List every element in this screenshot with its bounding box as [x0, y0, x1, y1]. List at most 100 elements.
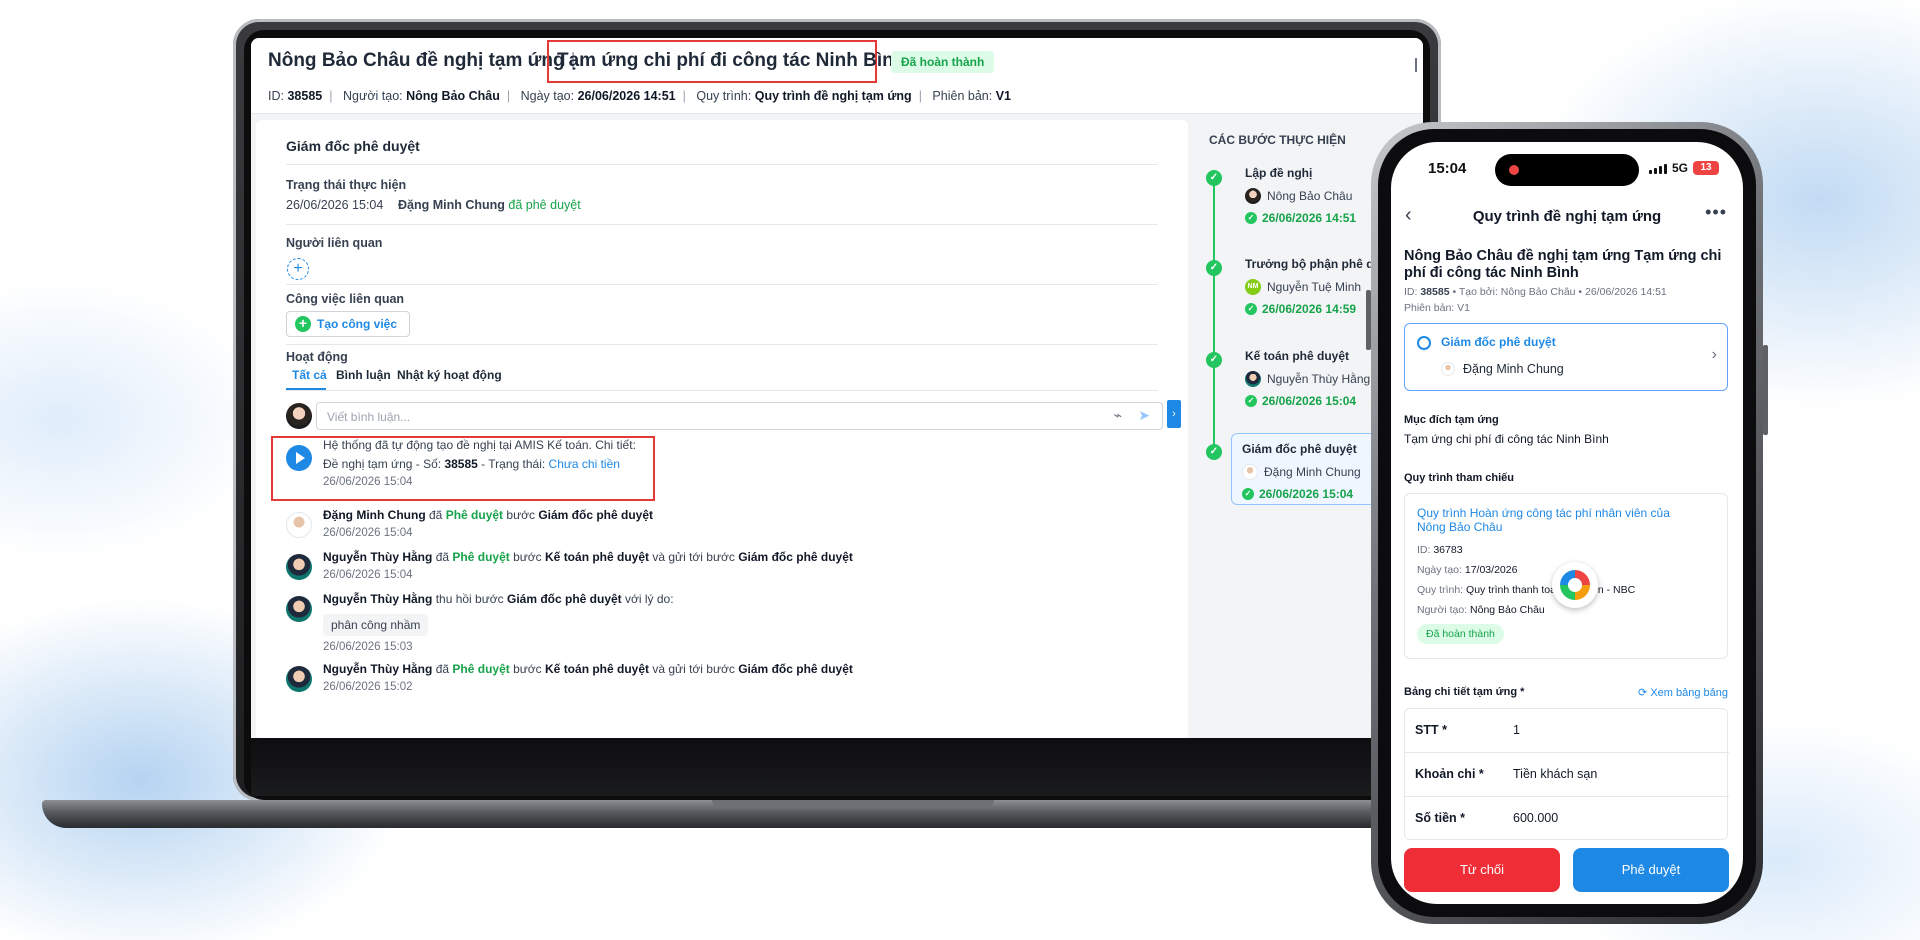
activity-text: Nguyễn Thùy Hằng đã Phê duyệt bước Kế to… — [323, 550, 853, 564]
divider — [286, 164, 1158, 165]
expand-panel-button[interactable]: › — [1167, 400, 1181, 428]
request-title: Nông Bảo Châu đề nghị tạm ứng | — [268, 50, 582, 72]
request-title-highlight: Tạm ứng chi phí đi công tác Ninh Bình — [557, 50, 906, 71]
activity-text: Hệ thống đã tự động tạo đề nghị tại AMIS… — [323, 438, 636, 452]
check-icon: ✓ — [1206, 260, 1222, 276]
check-icon: ✓ — [1245, 212, 1257, 224]
request-card: Nông Bảo Châu đề nghị tạm ứng Tạm ứng ch… — [1391, 238, 1743, 840]
add-person-button[interactable]: + — [287, 258, 309, 280]
reference-date: Ngày tạo: 17/03/2026 — [1417, 564, 1518, 576]
payment-status-link[interactable]: Chưa chi tiền — [549, 457, 620, 471]
request-meta: ID: 38585 | Người tạo: Nông Bảo Châu | Ngà… — [268, 89, 1011, 103]
avatar — [286, 596, 312, 622]
step-title: Kế toán phê duyệt — [1245, 349, 1350, 363]
create-task-label: Tạo công việc — [317, 317, 398, 331]
current-step-card[interactable]: Giám đốc phê duyệt Đặng Minh Chung › — [1404, 323, 1728, 391]
activity-text: Đặng Minh Chung đã Phê duyệt bước Giám đ… — [323, 508, 654, 522]
status-action: đã phê duyệt — [508, 198, 581, 212]
reason-chip: phân công nhầm — [323, 614, 429, 636]
system-icon — [286, 445, 312, 471]
status-label: Trạng thái thực hiện — [286, 178, 407, 192]
activity-text: Nguyễn Thùy Hằng đã Phê duyệt bước Kế to… — [323, 662, 853, 676]
table-title: Bảng chi tiết tạm ứng * — [1404, 686, 1525, 698]
more-icon[interactable]: ••• — [1705, 202, 1727, 223]
activity-time: 26/06/2026 15:04 — [323, 476, 413, 488]
steps-title: CÁC BƯỚC THỰC HIỆN — [1209, 133, 1346, 147]
step-person: Đặng Minh Chung — [1242, 464, 1361, 480]
reference-label: Quy trình tham chiếu — [1404, 472, 1515, 484]
activity-time: 26/06/2026 15:04 — [323, 569, 413, 581]
nav-bar: ‹ Quy trình đề nghị tạm ứng ••• — [1391, 194, 1743, 238]
dynamic-island — [1495, 154, 1639, 186]
reference-process: Quy trình: Quy trình thanh toán hóa đơn … — [1417, 584, 1636, 596]
status-detail: Đặng Minh Chung đã phê duyệt — [398, 198, 581, 212]
approve-button[interactable]: Phê duyệt — [1573, 848, 1729, 892]
phone-content: Nông Bảo Châu đề nghị tạm ứng Tạm ứng ch… — [1391, 238, 1743, 840]
activity-time: 26/06/2026 15:03 — [323, 641, 413, 653]
avatar — [1242, 464, 1258, 480]
table-row: STT * 1 — [1405, 709, 1729, 753]
reject-button[interactable]: Từ chối — [1404, 848, 1560, 892]
divider — [286, 344, 1158, 345]
battery-icon: 13 — [1693, 161, 1719, 175]
nav-title: Quy trình đề nghị tạm ứng — [1472, 208, 1662, 225]
comment-input[interactable]: Viết bình luận... ⌁ ➤ — [316, 402, 1163, 430]
current-step-person: Đặng Minh Chung — [1441, 362, 1564, 376]
request-title: Nông Bảo Châu đề nghị tạm ứng Tạm ứng ch… — [1404, 248, 1722, 281]
tab-all[interactable]: Tất cả — [292, 368, 327, 382]
status-badge: Đã hoàn thành — [891, 51, 995, 73]
purpose-value: Tạm ứng chi phí đi công tác Ninh Bình — [1404, 432, 1609, 446]
menu-icon[interactable] — [1415, 58, 1423, 72]
check-icon: ✓ — [1242, 488, 1254, 500]
step-time: ✓ 26/06/2026 14:51 — [1245, 211, 1356, 225]
avatar: NM — [1245, 279, 1261, 295]
comment-placeholder: Viết bình luận... — [327, 410, 411, 424]
activity-time: 26/06/2026 15:02 — [323, 681, 413, 693]
plus-icon: + — [295, 316, 311, 332]
recording-icon — [1509, 165, 1519, 175]
related-tasks-label: Công việc liên quan — [286, 292, 405, 306]
avatar — [1441, 362, 1455, 376]
reference-id: ID: 36783 — [1417, 544, 1463, 556]
divider — [286, 284, 1158, 285]
view-table-link[interactable]: ⟳ Xem bảng bảng — [1638, 686, 1728, 699]
laptop-base-notch — [712, 800, 994, 808]
tab-activity-log[interactable]: Nhật ký hoạt động — [397, 368, 502, 382]
reference-link[interactable]: Quy trình Hoàn ứng công tác phí nhân viê… — [1417, 506, 1687, 534]
activity-text: Nguyễn Thùy Hằng thu hồi bước Giám đốc p… — [323, 592, 674, 606]
step-title: Giám đốc phê duyệt — [1242, 442, 1357, 456]
request-meta: ID: 38585 • Tạo bởi: Nông Bảo Châu • 26/… — [1404, 286, 1667, 298]
related-people-label: Người liên quan — [286, 236, 383, 250]
volume-button — [1366, 290, 1371, 350]
check-icon: ✓ — [1245, 395, 1257, 407]
request-title-prefix: Nông Bảo Châu đề nghị tạm ứng — [268, 50, 565, 71]
send-icon[interactable]: ➤ — [1138, 407, 1150, 424]
status-person: Đặng Minh Chung — [398, 198, 505, 212]
app-logo — [1552, 562, 1598, 608]
check-icon: ✓ — [1245, 303, 1257, 315]
current-step-title: Giám đốc phê duyệt — [1441, 335, 1556, 349]
step-title: Lập đề nghị — [1245, 166, 1313, 180]
attach-icon[interactable]: ⌁ — [1114, 407, 1122, 424]
request-header: Nông Bảo Châu đề nghị tạm ứng | Tạm ứng c… — [251, 38, 1423, 114]
tab-comments[interactable]: Bình luận — [336, 368, 391, 382]
pending-icon — [1417, 336, 1431, 350]
signal-icon — [1649, 164, 1667, 174]
laptop-chin — [251, 738, 1423, 796]
check-icon: ✓ — [1206, 352, 1222, 368]
step-person: NM Nguyễn Tuệ Minh — [1245, 279, 1361, 295]
step-time: ✓ 26/06/2026 15:04 — [1245, 394, 1356, 408]
step-detail-panel: Giám đốc phê duyệt Trạng thái thực hiện … — [256, 120, 1188, 738]
avatar — [1245, 371, 1261, 387]
avatar — [286, 403, 312, 429]
reference-creator: Người tạo: Nông Bảo Châu — [1417, 604, 1545, 616]
divider — [286, 224, 1158, 225]
avatar — [286, 512, 312, 538]
activity-text: Đề nghị tạm ứng - Số: 38585 - Trạng thái… — [323, 457, 620, 471]
reference-status-badge: Đã hoàn thành — [1417, 624, 1504, 644]
create-task-button[interactable]: + Tạo công việc — [286, 311, 410, 337]
activity-label: Hoạt động — [286, 350, 348, 364]
section-title: Giám đốc phê duyệt — [286, 138, 420, 154]
step-person: Nguyễn Thùy Hằng — [1245, 371, 1370, 387]
avatar — [1245, 188, 1261, 204]
